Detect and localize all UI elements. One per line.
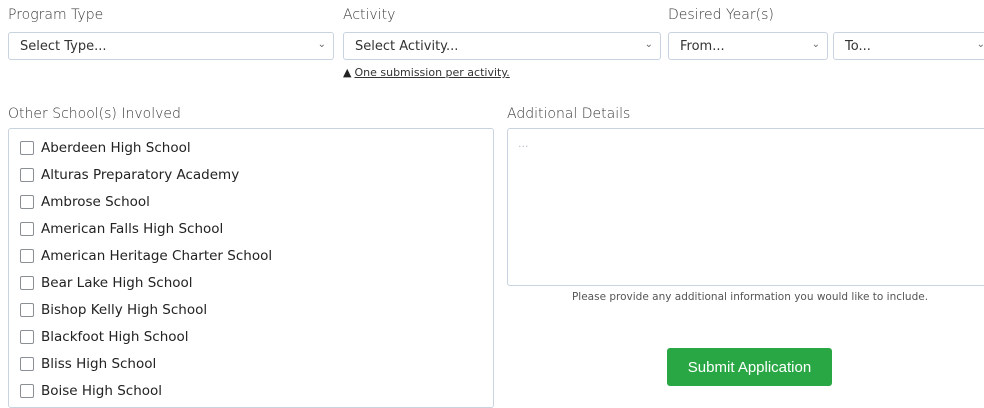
activity-note: ▲ One submission per activity.	[343, 66, 510, 79]
school-label: American Falls High School	[41, 221, 224, 237]
label-additional-details: Additional Details	[507, 106, 631, 122]
checkbox[interactable]	[20, 249, 34, 263]
school-label: Alturas Preparatory Academy	[41, 167, 240, 183]
checkbox[interactable]	[20, 168, 34, 182]
chevron-down-icon: ⌄	[644, 39, 653, 50]
additional-details-textarea[interactable]: ...	[507, 128, 984, 286]
school-item[interactable]: Boise High School	[20, 381, 162, 401]
school-item[interactable]: Bishop Kelly High School	[20, 300, 207, 320]
school-label: Bear Lake High School	[41, 275, 193, 291]
details-help-text: Please provide any additional informatio…	[571, 291, 929, 303]
school-label: Boise High School	[41, 383, 163, 399]
school-label: Ambrose School	[41, 194, 150, 210]
year-to-select-value: To...	[845, 39, 871, 54]
checkbox[interactable]	[20, 222, 34, 236]
school-label: Bliss High School	[41, 356, 157, 372]
activity-select-value: Select Activity...	[355, 39, 459, 54]
school-item[interactable]: Bliss High School	[20, 354, 156, 374]
school-item[interactable]: Alturas Preparatory Academy	[20, 165, 239, 185]
warning-icon: ▲	[343, 66, 352, 79]
school-label: American Heritage Charter School	[41, 248, 273, 264]
checkbox[interactable]	[20, 303, 34, 317]
program-type-select[interactable]: Select Type... ⌄	[8, 32, 334, 60]
year-from-select[interactable]: From... ⌄	[668, 32, 828, 60]
label-program-type: Program Type	[8, 7, 104, 23]
school-item[interactable]: American Heritage Charter School	[20, 246, 272, 266]
year-to-select[interactable]: To... ⌄	[833, 32, 984, 60]
checkbox[interactable]	[20, 141, 34, 155]
school-item[interactable]: Blackfoot High School	[20, 327, 189, 347]
school-item[interactable]: American Falls High School	[20, 219, 223, 239]
checkbox[interactable]	[20, 276, 34, 290]
year-from-select-value: From...	[680, 39, 725, 54]
schools-list[interactable]: Aberdeen High School Alturas Preparatory…	[8, 128, 494, 408]
school-item[interactable]: Aberdeen High School	[20, 138, 191, 158]
submit-application-button[interactable]: Submit Application	[667, 348, 832, 386]
chevron-down-icon: ⌄	[317, 39, 326, 50]
label-activity: Activity	[343, 7, 396, 23]
label-other-schools: Other School(s) Involved	[8, 106, 181, 122]
school-label: Blackfoot High School	[41, 329, 189, 345]
activity-note-link[interactable]: One submission per activity.	[354, 66, 509, 79]
chevron-down-icon: ⌄	[976, 39, 984, 50]
program-type-select-value: Select Type...	[20, 39, 107, 54]
chevron-down-icon: ⌄	[811, 39, 820, 50]
school-item[interactable]: Bear Lake High School	[20, 273, 193, 293]
checkbox[interactable]	[20, 195, 34, 209]
school-label: Bishop Kelly High School	[41, 302, 208, 318]
school-item[interactable]: Ambrose School	[20, 192, 150, 212]
textarea-placeholder: ...	[518, 137, 529, 150]
activity-select[interactable]: Select Activity... ⌄	[343, 32, 661, 60]
checkbox[interactable]	[20, 330, 34, 344]
label-desired-years: Desired Year(s)	[668, 7, 774, 23]
checkbox[interactable]	[20, 384, 34, 398]
school-label: Aberdeen High School	[41, 140, 191, 156]
checkbox[interactable]	[20, 357, 34, 371]
